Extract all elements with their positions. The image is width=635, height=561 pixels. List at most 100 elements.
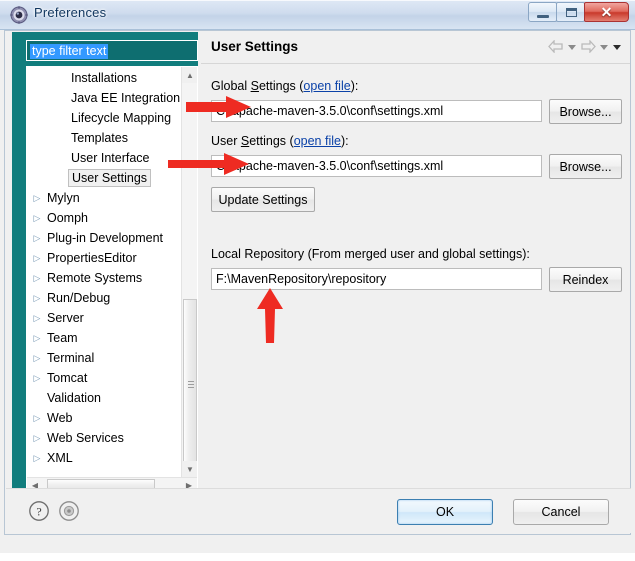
global-settings-input[interactable]: C:\apache-maven-3.5.0\conf\settings.xml	[211, 100, 542, 122]
tree-item[interactable]: ▷ Oomph	[27, 207, 181, 227]
expand-arrow-icon[interactable]: ▷	[31, 228, 43, 248]
tree-item-label: PropertiesEditor	[47, 250, 137, 265]
filter-input-wrapper[interactable]: type filter text	[26, 40, 198, 61]
tree-item[interactable]: Templates	[27, 127, 181, 147]
preferences-tree[interactable]: Installations Java EE Integration Lifecycl…	[26, 66, 198, 494]
tree-item[interactable]: ▷ Mylyn	[27, 187, 181, 207]
pane-navigation	[548, 40, 622, 54]
dialog-footer: ? OK Cancel	[6, 488, 631, 533]
reindex-button[interactable]: Reindex	[549, 267, 622, 292]
tree-item-label: Team	[47, 330, 78, 345]
tree-item-label: XML	[47, 450, 73, 465]
minimize-icon	[537, 15, 549, 18]
tree-item[interactable]: ▷ XML	[27, 447, 181, 467]
tree-item[interactable]: User Settings	[27, 167, 181, 187]
tree-item[interactable]: Installations	[27, 67, 181, 87]
tree-item-label: Templates	[71, 130, 128, 145]
expand-arrow-icon[interactable]: ▷	[31, 288, 43, 308]
svg-text:?: ?	[36, 505, 41, 519]
tree-item[interactable]: ▷ Team	[27, 327, 181, 347]
tree-item-label: Terminal	[47, 350, 95, 365]
user-settings-open-file-link[interactable]: open file	[294, 134, 341, 148]
ok-button[interactable]: OK	[397, 499, 493, 525]
tree-item-label: Validation	[47, 390, 101, 405]
expand-arrow-icon[interactable]: ▷	[31, 348, 43, 368]
tree-item[interactable]: ▷ Tomcat	[27, 367, 181, 387]
expand-arrow-icon[interactable]: ▷	[31, 248, 43, 268]
forward-history-chevron-down-icon[interactable]	[600, 44, 608, 50]
window-controls: ✕	[528, 2, 629, 24]
maximize-icon	[566, 8, 577, 17]
forward-arrow-icon[interactable]	[580, 40, 596, 54]
scroll-up-icon[interactable]: ▲	[182, 67, 197, 83]
close-button[interactable]: ✕	[584, 2, 629, 22]
tree-item-label: Lifecycle Mapping	[71, 110, 172, 125]
back-arrow-icon[interactable]	[548, 40, 564, 54]
expand-arrow-icon[interactable]: ▷	[31, 368, 43, 388]
close-icon: ✕	[600, 3, 613, 20]
settings-pane: User Settings Global Settings (open file…	[201, 32, 630, 522]
settings-form: Global Settings (open file): C:\apache-m…	[201, 65, 630, 522]
tree-item-label: Server	[47, 310, 84, 325]
expand-arrow-icon[interactable]: ▷	[31, 188, 43, 208]
tree-item-label: Oomph	[47, 210, 88, 225]
tree-item[interactable]: Java EE Integration	[27, 87, 181, 107]
global-settings-label-prefix: Global	[211, 79, 251, 93]
maximize-button[interactable]	[556, 2, 585, 22]
tree-item[interactable]: ▷ Run/Debug	[27, 287, 181, 307]
tree-items-container: Installations Java EE Integration Lifecycl…	[27, 67, 181, 477]
scroll-grip-icon	[188, 381, 194, 389]
tree-item[interactable]: ▷ Web Services	[27, 427, 181, 447]
local-repository-label: Local Repository (From merged user and g…	[211, 247, 530, 261]
global-settings-label-rest: ettings (	[258, 79, 304, 93]
page-title: User Settings	[211, 39, 299, 54]
global-settings-browse-button[interactable]: Browse...	[549, 99, 622, 124]
expand-arrow-icon[interactable]: ▷	[31, 448, 43, 468]
expand-arrow-icon[interactable]: ▷	[31, 428, 43, 448]
window-title: Preferences	[34, 5, 107, 20]
user-settings-label-prefix: User	[211, 134, 241, 148]
title-bar: Preferences ✕	[0, 0, 635, 30]
tree-item[interactable]: ▷ Plug-in Development	[27, 227, 181, 247]
tree-item-label: Java EE Integration	[71, 90, 181, 105]
tree-item-label: Run/Debug	[47, 290, 111, 305]
tree-item[interactable]: ▷ Web	[27, 407, 181, 427]
expand-arrow-icon[interactable]: ▷	[31, 408, 43, 428]
minimize-button[interactable]	[528, 2, 557, 22]
user-settings-label-rest: ettings (	[249, 134, 294, 148]
back-history-chevron-down-icon[interactable]	[568, 44, 576, 50]
expand-arrow-icon[interactable]: ▷	[31, 308, 43, 328]
tree-item[interactable]: Lifecycle Mapping	[27, 107, 181, 127]
expand-arrow-icon[interactable]: ▷	[31, 328, 43, 348]
dialog-body: type filter text Installations Java EE In…	[4, 30, 631, 535]
tree-item[interactable]: ▷ PropertiesEditor	[27, 247, 181, 267]
user-settings-input[interactable]: C:\apache-maven-3.5.0\conf\settings.xml	[211, 155, 542, 177]
pane-header: User Settings	[201, 32, 630, 64]
tree-item-label: User Interface	[71, 150, 150, 165]
circle-icon[interactable]	[58, 500, 80, 522]
help-icon[interactable]: ?	[28, 500, 50, 522]
tree-item[interactable]: Validation	[27, 387, 181, 407]
tree-vertical-scrollbar[interactable]: ▲ ▼	[181, 67, 197, 477]
tree-item[interactable]: ▷ Server	[27, 307, 181, 327]
user-settings-accesskey: S	[240, 134, 250, 148]
tree-item[interactable]: User Interface	[27, 147, 181, 167]
filter-input[interactable]: type filter text	[30, 44, 109, 59]
vertical-scroll-thumb[interactable]	[183, 299, 197, 471]
update-settings-button[interactable]: Update Settings	[211, 187, 315, 212]
pane-menu-chevron-down-icon[interactable]	[613, 44, 621, 50]
global-settings-open-file-link[interactable]: open file	[303, 79, 350, 93]
expand-arrow-icon[interactable]: ▷	[31, 208, 43, 228]
tree-item[interactable]: ▷ Terminal	[27, 347, 181, 367]
tree-item-label: Tomcat	[47, 370, 88, 385]
expand-arrow-icon[interactable]: ▷	[31, 268, 43, 288]
local-repository-input[interactable]: F:\MavenRepository\repository	[211, 268, 542, 290]
scroll-down-icon[interactable]: ▼	[182, 461, 197, 477]
user-settings-label-suffix: ):	[340, 134, 349, 148]
tree-item-label: Web	[47, 410, 73, 425]
titlebar-highlight	[0, 0, 635, 1]
user-settings-browse-button[interactable]: Browse...	[549, 154, 622, 179]
tree-item[interactable]: ▷ Remote Systems	[27, 267, 181, 287]
tree-item-label: Mylyn	[47, 190, 80, 205]
cancel-button[interactable]: Cancel	[513, 499, 609, 525]
